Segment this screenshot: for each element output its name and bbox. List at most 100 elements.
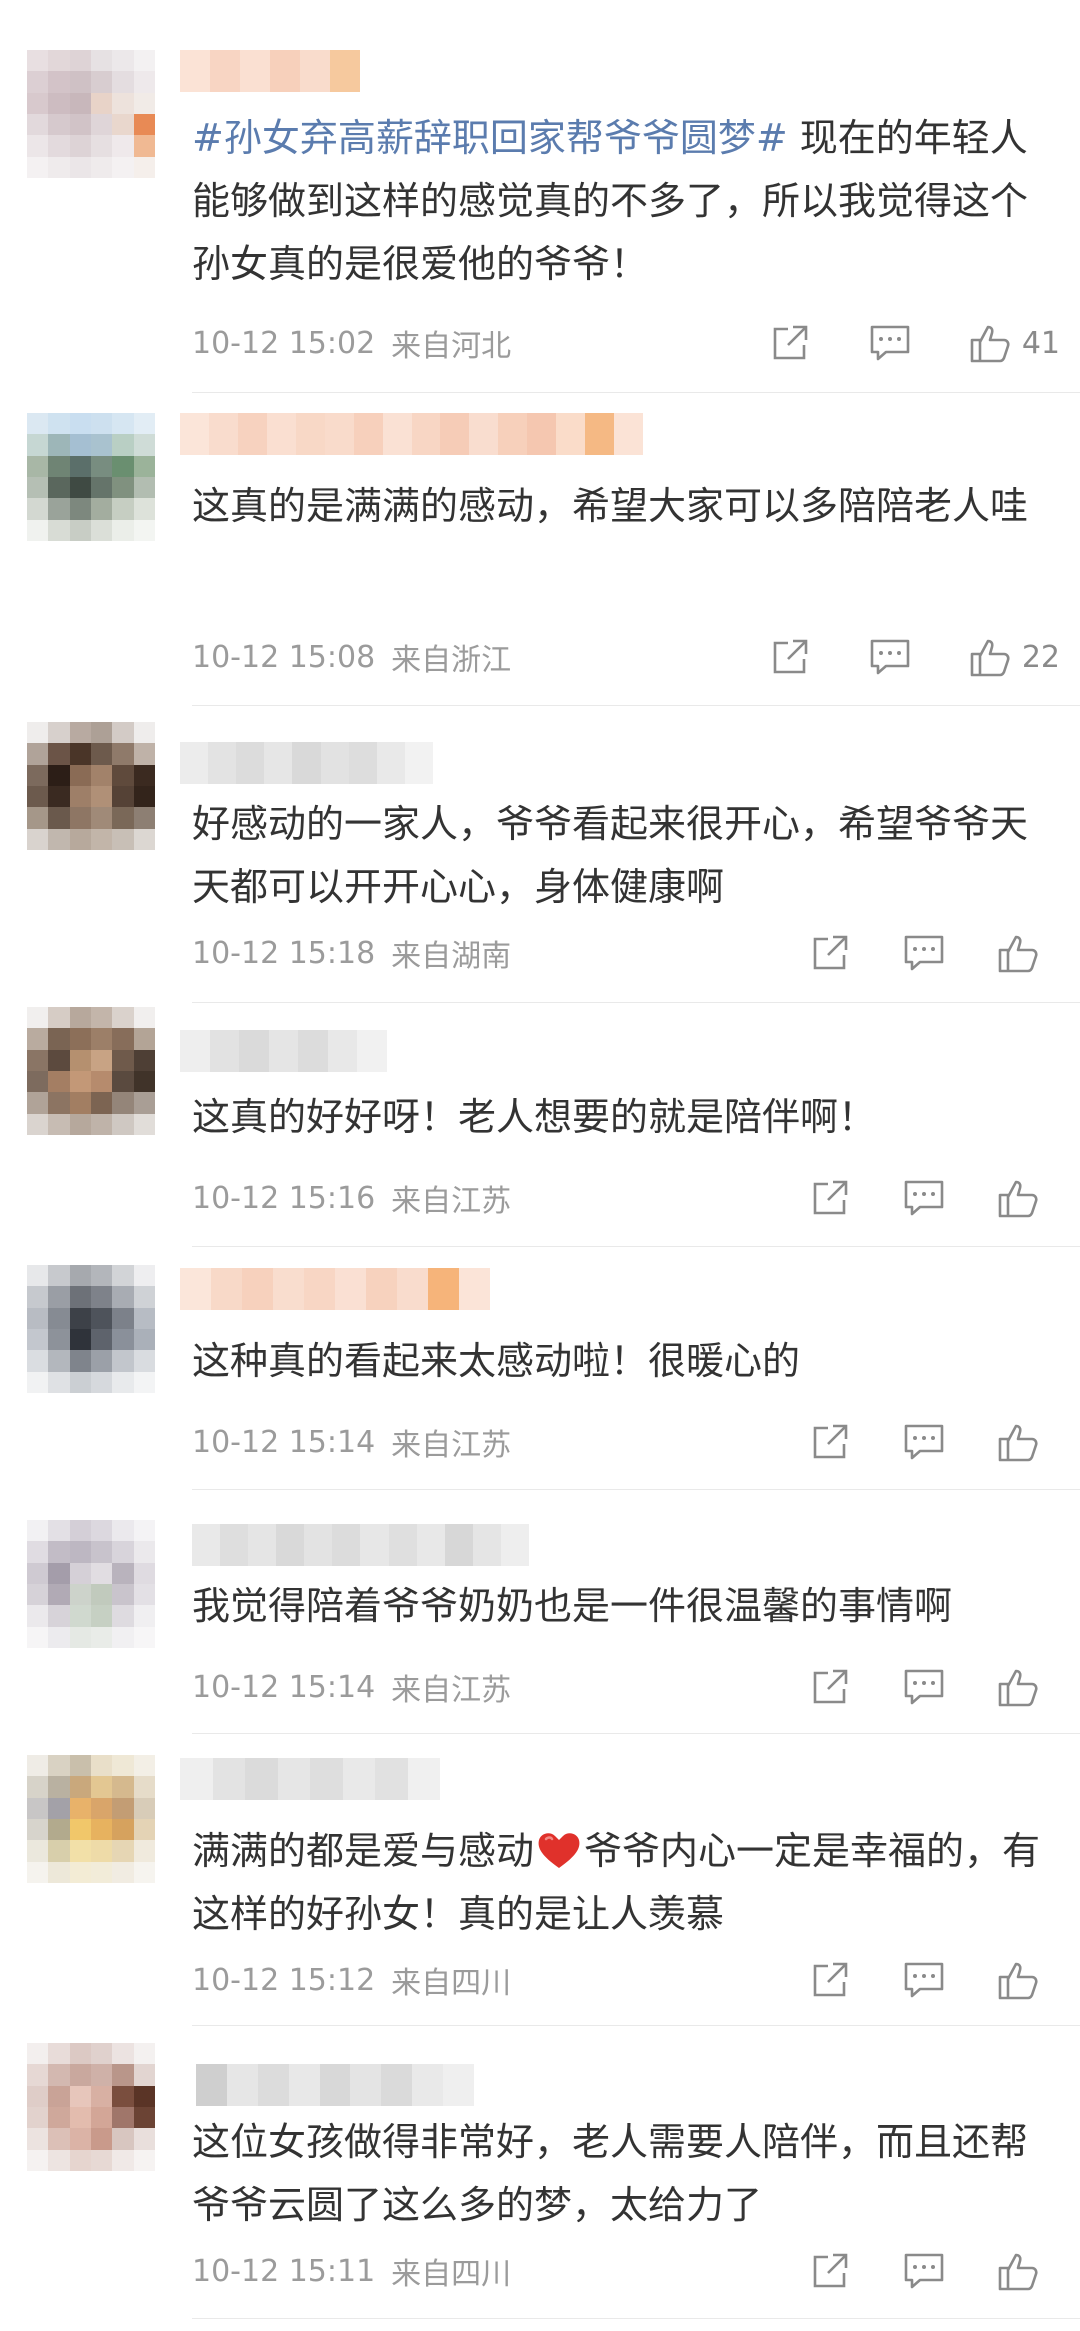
comment-icon <box>904 1669 944 1705</box>
divider <box>192 1489 1080 1490</box>
thumbs-up-icon <box>970 325 1010 363</box>
share-button[interactable] <box>808 1958 852 2002</box>
comment-meta: 10-12 15:14 来自江苏 <box>192 1662 511 1712</box>
divider <box>192 1002 1080 1003</box>
comment-date: 10-12 15:18 <box>192 935 376 971</box>
like-count: 22 <box>1021 639 1060 675</box>
comment-button[interactable] <box>902 1420 946 1464</box>
comment-button[interactable] <box>902 1958 946 2002</box>
share-button[interactable] <box>808 1665 852 1709</box>
avatar[interactable] <box>27 722 155 850</box>
share-icon <box>773 639 808 674</box>
username-blurred[interactable] <box>180 742 433 784</box>
username-blurred[interactable] <box>180 1030 388 1072</box>
username-blurred[interactable] <box>196 2064 475 2106</box>
thumbs-up-icon <box>998 1424 1038 1462</box>
comment-date: 10-12 15:02 <box>192 325 376 361</box>
like-button[interactable] <box>996 931 1040 975</box>
comment-icon <box>870 639 910 675</box>
comment-actions <box>808 1950 1080 2010</box>
thumbs-up-icon <box>998 1962 1038 2000</box>
comment-button[interactable] <box>868 321 912 365</box>
share-button[interactable] <box>808 931 852 975</box>
comment-location: 来自河北 <box>391 329 512 364</box>
comment-text: 满满的都是爱与感动 爷爷内心一定是幸福的，有这样的好孙女！真的是让人羡慕 <box>192 1829 1041 1936</box>
share-button[interactable] <box>768 635 812 679</box>
avatar[interactable] <box>27 50 155 178</box>
comment-button[interactable] <box>902 2249 946 2293</box>
share-button[interactable] <box>808 1176 852 1220</box>
comment-text: 这种真的看起来太感动啦！很暖心的 <box>192 1339 801 1383</box>
comment-actions <box>808 1412 1080 1472</box>
comment-actions <box>808 2241 1080 2301</box>
divider <box>192 1733 1080 1734</box>
comment-button[interactable] <box>868 635 912 679</box>
comment-meta: 10-12 15:18 来自湖南 <box>192 928 511 978</box>
comment-icon <box>904 1424 944 1460</box>
comment-meta: 10-12 15:12 来自四川 <box>192 1955 511 2005</box>
comment-text: 好感动的一家人，爷爷看起来很开心，希望爷爷天天都可以开开心心，身体健康啊 <box>192 802 1029 909</box>
divider <box>192 2318 1080 2319</box>
like-button[interactable]: 22 <box>968 635 1060 679</box>
comment-date: 10-12 15:16 <box>192 1180 376 1216</box>
comment-actions <box>808 923 1080 983</box>
comment-location: 来自湖南 <box>391 939 512 974</box>
like-button[interactable] <box>996 1665 1040 1709</box>
comment-text: 这位女孩做得非常好，老人需要人陪伴，而且还帮爷爷云圆了这么多的梦，太给力了 <box>192 2120 1029 2227</box>
share-icon <box>813 1962 848 1997</box>
username-blurred[interactable] <box>180 1758 440 1800</box>
like-button[interactable] <box>996 1958 1040 2002</box>
avatar[interactable] <box>27 1007 155 1135</box>
like-button[interactable]: 41 <box>968 321 1060 365</box>
comment-location: 来自浙江 <box>391 643 512 678</box>
username-blurred[interactable] <box>180 50 360 92</box>
avatar[interactable] <box>27 1755 155 1883</box>
username-blurred[interactable] <box>192 1524 529 1566</box>
share-button[interactable] <box>808 2249 852 2293</box>
share-icon <box>813 1669 848 1704</box>
heart-emoji-icon <box>538 1833 580 1868</box>
thumbs-up-icon <box>998 1180 1038 1218</box>
comment-text: 这真的好好呀！老人想要的就是陪伴啊！ <box>192 1095 877 1139</box>
share-button[interactable] <box>768 321 812 365</box>
avatar[interactable] <box>27 1520 155 1648</box>
comment-meta: 10-12 15:14 来自江苏 <box>192 1417 511 1467</box>
avatar[interactable] <box>27 1265 155 1393</box>
comment-location: 来自江苏 <box>391 1184 512 1219</box>
comment-location: 来自四川 <box>391 2257 512 2292</box>
comment-actions: 22 <box>768 627 1080 687</box>
share-icon <box>813 1424 848 1459</box>
like-count: 41 <box>1021 325 1060 361</box>
thumbs-up-icon <box>970 639 1010 677</box>
comment-button[interactable] <box>902 1176 946 1220</box>
comment-location: 来自江苏 <box>391 1673 512 1708</box>
avatar[interactable] <box>27 2043 155 2171</box>
username-blurred[interactable] <box>180 1268 490 1310</box>
username-blurred[interactable] <box>180 413 643 455</box>
like-button[interactable] <box>996 1176 1040 1220</box>
comment-date: 10-12 15:14 <box>192 1424 376 1460</box>
like-button[interactable] <box>996 1420 1040 1464</box>
like-button[interactable] <box>996 2249 1040 2293</box>
avatar[interactable] <box>27 413 155 541</box>
divider <box>192 392 1080 393</box>
comment-date: 10-12 15:12 <box>192 1962 376 1998</box>
divider <box>192 2025 1080 2026</box>
thumbs-up-icon <box>998 2253 1038 2291</box>
hashtag-link[interactable]: #孙女弃高薪辞职回家帮爷爷圆梦# <box>192 116 788 160</box>
share-button[interactable] <box>808 1420 852 1464</box>
comment-button[interactable] <box>902 1665 946 1709</box>
divider <box>192 1246 1080 1247</box>
comment-location: 来自江苏 <box>391 1428 512 1463</box>
comment-icon <box>904 2253 944 2289</box>
comment-actions <box>808 1168 1080 1228</box>
comment-location: 来自四川 <box>391 1966 512 2001</box>
comment-icon <box>870 325 910 361</box>
comment-meta: 10-12 15:02 来自河北 <box>192 318 511 368</box>
comment-meta: 10-12 15:11 来自四川 <box>192 2246 511 2296</box>
comment-button[interactable] <box>902 931 946 975</box>
thumbs-up-icon <box>998 935 1038 973</box>
comment-meta: 10-12 15:08 来自浙江 <box>192 632 511 682</box>
comment-actions: 41 <box>768 313 1080 373</box>
thumbs-up-icon <box>998 1669 1038 1707</box>
